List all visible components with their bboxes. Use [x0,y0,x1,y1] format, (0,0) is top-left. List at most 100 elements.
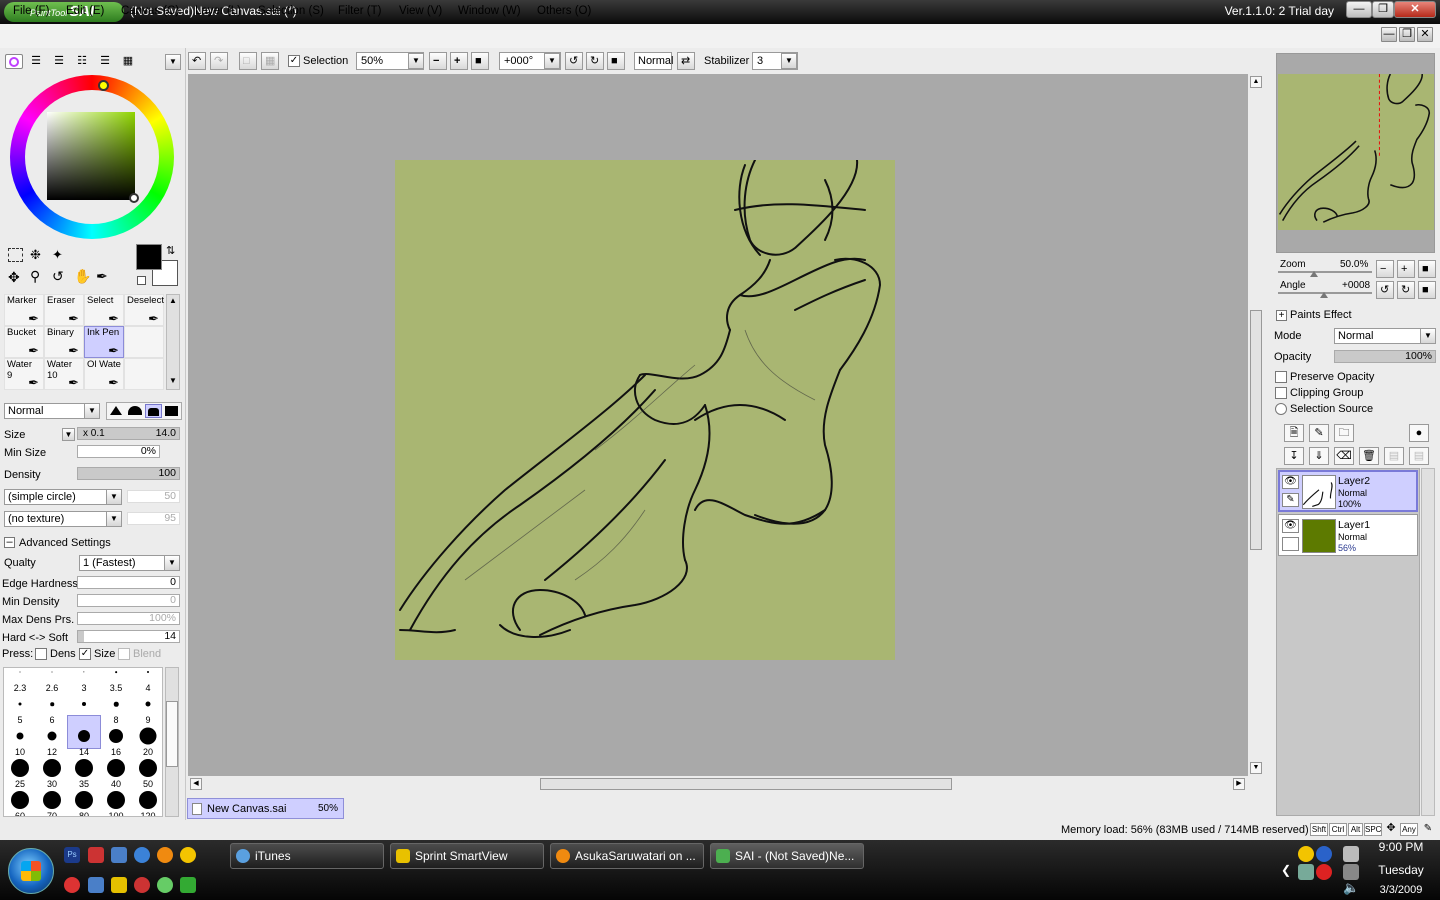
menu-selection[interactable]: Selection (S) [258,5,324,17]
hsv-slider-icon[interactable]: ☰ [50,54,68,69]
brush-size-3[interactable]: 3.5 [100,668,132,693]
flatten-icon[interactable]: ▤ [1409,447,1429,465]
canvas-tab[interactable]: New Canvas.sai 50% [187,798,344,819]
clock-date[interactable]: 3/3/2009 [1366,884,1436,896]
hard-soft-slider[interactable]: 14 [77,630,180,643]
brush-size-12[interactable]: 14 [67,715,101,757]
shape-soft-icon[interactable] [110,406,122,415]
brush-size-9[interactable]: 9 [132,684,162,725]
nav-zoom-reset-button[interactable]: ■ [1418,260,1436,278]
panel-menu-arrow[interactable]: ▼ [165,54,181,70]
quick-launch-icon-10[interactable] [134,877,150,893]
press-blend-checkbox[interactable] [118,648,130,660]
menu-view[interactable]: View (V) [399,5,442,17]
start-button[interactable] [8,848,54,894]
eye-icon[interactable]: 👁 [1282,519,1299,533]
taskbar-sprint[interactable]: Sprint SmartView [390,843,544,869]
min-size-slider[interactable]: 0% [77,445,160,458]
explorer-icon[interactable] [111,847,127,863]
brush-size-17[interactable]: 35 [68,748,100,789]
blend-mode-arrow[interactable]: ▼ [84,403,100,419]
edge-hardness-slider[interactable]: 0 [77,576,180,589]
menu-canvas[interactable]: Canvas (C) [121,5,179,17]
taskbar-itunes[interactable]: iTunes [230,843,384,869]
navigator-preview[interactable] [1278,73,1434,230]
zoom-in-button[interactable]: + [450,52,468,70]
flip-view-button[interactable]: ⇄ [677,52,695,70]
clock-time[interactable]: 9:00 PM [1366,840,1436,854]
taskbar-sai[interactable]: SAI - (Not Saved)Ne... [710,843,864,869]
quick-launch-icon-8[interactable] [88,877,104,893]
tray-device-icon[interactable] [1343,846,1359,862]
taskbar-firefox[interactable]: AsukaSaruwatari on ... [550,843,704,869]
tool-cell-9[interactable]: Water 10 ✒ [44,358,84,390]
brush-size-11[interactable]: 12 [36,716,68,757]
menu-file[interactable]: File (F) [13,5,49,17]
redo-icon[interactable]: ↷ [210,52,228,70]
brush-size-scroll-thumb[interactable] [166,701,178,767]
nav-zoom-slider[interactable] [1278,271,1372,273]
brush-size-7[interactable]: 7 [68,684,100,725]
rotate-left-button[interactable]: ↺ [565,52,583,70]
swap-colors-icon[interactable]: ⇅ [166,244,175,257]
maximize-button[interactable]: ❐ [1372,1,1394,18]
brush-size-20[interactable]: 60 [4,780,36,816]
ie-icon[interactable] [134,847,150,863]
density-slider[interactable]: 100 [77,467,180,480]
nav-rotate-left-button[interactable]: ↺ [1376,281,1394,299]
brush-size-6[interactable]: 6 [36,684,68,725]
selection-checkbox[interactable]: ✓ [288,55,300,67]
brush-size-10[interactable]: 10 [4,716,36,757]
zoom-icon[interactable]: ⚲ [30,268,40,285]
tray-network-icon[interactable] [1298,864,1314,880]
vscroll-down-arrow[interactable]: ▼ [1250,762,1262,774]
transfer-down-icon[interactable]: ↧ [1284,447,1304,465]
mdi-minimize-button[interactable]: — [1381,27,1397,42]
brush-size-0[interactable]: 2.3 [4,668,36,693]
tray-power-icon[interactable] [1343,864,1359,880]
tray-expand-icon[interactable]: ❮ [1281,863,1291,877]
palette-icon[interactable]: ▦ [119,54,137,69]
zoom-arrow[interactable]: ▼ [408,53,424,69]
new-linework-layer-icon[interactable]: ✎ [1309,424,1329,442]
collapse-advanced-icon[interactable]: – [4,537,15,548]
tray-emoticon-icon[interactable] [1298,846,1314,862]
rotate-reset-button[interactable]: ■ [607,52,625,70]
view-mode-field[interactable]: Normal [634,52,673,70]
brush-size-14[interactable]: 20 [132,716,162,757]
brush-size-19[interactable]: 50 [132,748,162,789]
brush-size-5[interactable]: 5 [4,684,36,725]
layer-item-layer1[interactable]: 👁 Layer1 Normal 56% [1278,514,1418,556]
hand-icon[interactable]: ✋ [74,268,91,285]
hscroll-left-arrow[interactable]: ◀ [190,778,202,790]
zoom-out-button[interactable]: − [429,52,447,70]
vscroll-thumb[interactable] [1250,310,1262,550]
merge-visible-icon[interactable]: ▤ [1384,447,1404,465]
scroll-up-arrow[interactable]: ▲ [167,296,179,308]
press-dens-checkbox[interactable] [35,648,47,660]
transparent-color-icon[interactable] [137,276,146,285]
brush-shape-arrow[interactable]: ▼ [106,489,122,505]
layer-item-layer2[interactable]: 👁 ✎ Layer2 Normal 100% [1278,470,1418,512]
tool-cell-0[interactable]: Marker ✒ [4,294,44,326]
new-layer-icon[interactable]: 🗎 [1284,424,1304,442]
quick-launch-icon-9[interactable] [111,877,127,893]
tray-volume-icon[interactable]: 🔈 [1343,880,1359,896]
brush-lock-icon[interactable]: ✎ [1282,493,1299,507]
mdi-close-button[interactable]: ✕ [1417,27,1433,42]
brush-size-18[interactable]: 40 [100,748,132,789]
max-density-slider[interactable]: 100% [77,612,180,625]
nav-angle-handle[interactable] [1320,292,1328,298]
texture-select[interactable]: (no texture) [4,511,122,527]
undo-icon[interactable]: ↶ [188,52,206,70]
paints-effect-expand-icon[interactable]: + [1276,310,1287,321]
brush-lock-icon[interactable] [1282,537,1299,551]
brush-size-2[interactable]: 3 [68,668,100,693]
menu-others[interactable]: Others (O) [537,5,591,17]
brush-size-1[interactable]: 2.6 [36,668,68,693]
tool-cell-6[interactable]: Ink Pen ✒ [84,326,124,358]
brush-size-23[interactable]: 100 [100,780,132,816]
photoshop-icon[interactable]: Ps [64,847,80,863]
preserve-opacity-checkbox[interactable] [1275,371,1287,383]
menu-filter[interactable]: Filter (T) [338,5,381,17]
